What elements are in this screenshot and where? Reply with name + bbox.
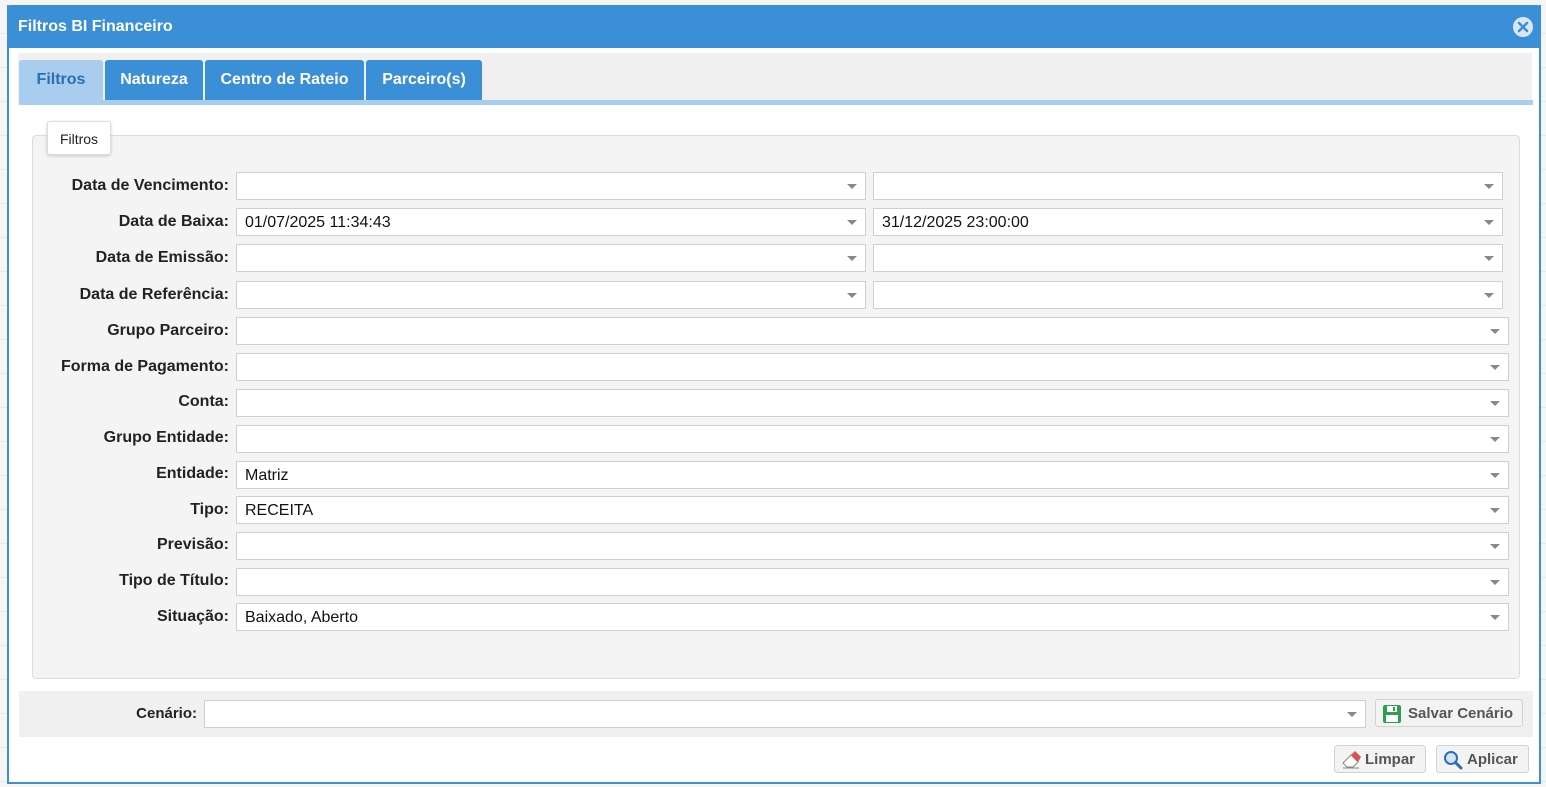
fieldset-legend: Filtros bbox=[47, 121, 111, 155]
save-scenario-label: Salvar Cenário bbox=[1408, 705, 1514, 722]
label-data-baixa: Data de Baixa: bbox=[118, 213, 229, 230]
grupo-parceiro-select[interactable] bbox=[236, 317, 1509, 345]
label-situacao: Situação: bbox=[156, 608, 229, 625]
scenario-select[interactable] bbox=[204, 700, 1366, 728]
dialog-title: Filtros BI Financeiro bbox=[18, 18, 173, 35]
chevron-down-icon bbox=[1484, 220, 1494, 225]
field-value: 31/12/2025 23:00:00 bbox=[882, 214, 1029, 231]
dialog-titlebar: Filtros BI Financeiro bbox=[7, 5, 1541, 48]
chevron-down-icon bbox=[1484, 256, 1494, 261]
chevron-down-icon bbox=[1490, 365, 1500, 370]
chevron-down-icon bbox=[847, 293, 857, 298]
label-grupo-entidade: Grupo Entidade: bbox=[103, 429, 229, 446]
label-tipo-titulo: Tipo de Título: bbox=[119, 572, 229, 589]
chevron-down-icon bbox=[1490, 329, 1500, 334]
data-baixa-to-select[interactable]: 31/12/2025 23:00:00 bbox=[873, 208, 1503, 236]
tipo-select[interactable]: RECEITA bbox=[236, 496, 1509, 524]
situacao-select[interactable]: Baixado, Aberto bbox=[236, 603, 1509, 631]
floppy-disk-icon bbox=[1383, 705, 1401, 723]
chevron-down-icon bbox=[1490, 615, 1500, 620]
data-referencia-from-select[interactable] bbox=[236, 281, 866, 309]
label-forma-pagamento: Forma de Pagamento: bbox=[60, 358, 229, 375]
chevron-down-icon bbox=[1484, 184, 1494, 189]
clear-button[interactable]: Limpar bbox=[1334, 745, 1426, 773]
chevron-down-icon bbox=[1490, 544, 1500, 549]
forma-pagamento-select[interactable] bbox=[236, 353, 1509, 381]
scenario-label: Cenário: bbox=[136, 705, 197, 722]
save-scenario-button[interactable]: Salvar Cenário bbox=[1375, 699, 1523, 727]
label-previsao: Previsão: bbox=[156, 536, 229, 553]
label-grupo-parceiro: Grupo Parceiro: bbox=[107, 322, 229, 339]
chevron-down-icon bbox=[1490, 580, 1500, 585]
data-vencimento-from-select[interactable] bbox=[236, 172, 866, 200]
tab-natureza[interactable]: Natureza bbox=[105, 60, 203, 100]
close-icon bbox=[1517, 21, 1529, 33]
label-data-emissao: Data de Emissão: bbox=[95, 249, 229, 266]
close-button[interactable] bbox=[1513, 17, 1533, 37]
data-vencimento-to-select[interactable] bbox=[873, 172, 1503, 200]
label-tipo: Tipo: bbox=[190, 501, 229, 518]
grupo-entidade-select[interactable] bbox=[236, 425, 1509, 453]
field-value: Baixado, Aberto bbox=[245, 609, 358, 626]
label-data-vencimento: Data de Vencimento: bbox=[71, 177, 229, 194]
tab-parceiros[interactable]: Parceiro(s) bbox=[366, 60, 482, 100]
data-emissao-from-select[interactable] bbox=[236, 244, 866, 272]
data-baixa-from-select[interactable]: 01/07/2025 11:34:43 bbox=[236, 208, 866, 236]
field-value: Matriz bbox=[245, 467, 289, 484]
eraser-icon bbox=[1342, 751, 1361, 769]
magnifier-icon bbox=[1444, 751, 1463, 770]
conta-select[interactable] bbox=[236, 389, 1509, 417]
field-value: RECEITA bbox=[245, 502, 314, 519]
scenario-bar: Cenário: Salvar Cenário bbox=[19, 691, 1533, 737]
tipo-titulo-select[interactable] bbox=[236, 568, 1509, 596]
chevron-down-icon bbox=[1490, 401, 1500, 406]
chevron-down-icon bbox=[1490, 508, 1500, 513]
apply-button[interactable]: Aplicar bbox=[1436, 745, 1529, 773]
chevron-down-icon bbox=[1490, 437, 1500, 442]
chevron-down-icon bbox=[1490, 473, 1500, 478]
chevron-down-icon bbox=[847, 220, 857, 225]
field-value: 01/07/2025 11:34:43 bbox=[245, 214, 391, 231]
tab-filtros[interactable]: Filtros bbox=[19, 60, 103, 100]
entidade-select[interactable]: Matriz bbox=[236, 461, 1509, 489]
label-entidade: Entidade: bbox=[156, 465, 229, 482]
label-data-referencia: Data de Referência: bbox=[79, 286, 229, 303]
data-referencia-to-select[interactable] bbox=[873, 281, 1503, 309]
apply-label: Aplicar bbox=[1467, 751, 1518, 768]
chevron-down-icon bbox=[1484, 293, 1494, 298]
tab-content: Filtros Data de Vencimento: Data de Baix… bbox=[19, 105, 1533, 691]
chevron-down-icon bbox=[847, 256, 857, 261]
tab-centro-de-rateio[interactable]: Centro de Rateio bbox=[205, 60, 364, 100]
chevron-down-icon bbox=[847, 184, 857, 189]
chevron-down-icon bbox=[1347, 712, 1357, 717]
label-conta: Conta: bbox=[178, 393, 229, 410]
data-emissao-to-select[interactable] bbox=[873, 244, 1503, 272]
previsao-select[interactable] bbox=[236, 532, 1509, 560]
clear-label: Limpar bbox=[1365, 751, 1416, 768]
filters-dialog: Filtros BI Financeiro Filtros Natureza C… bbox=[7, 5, 1541, 784]
